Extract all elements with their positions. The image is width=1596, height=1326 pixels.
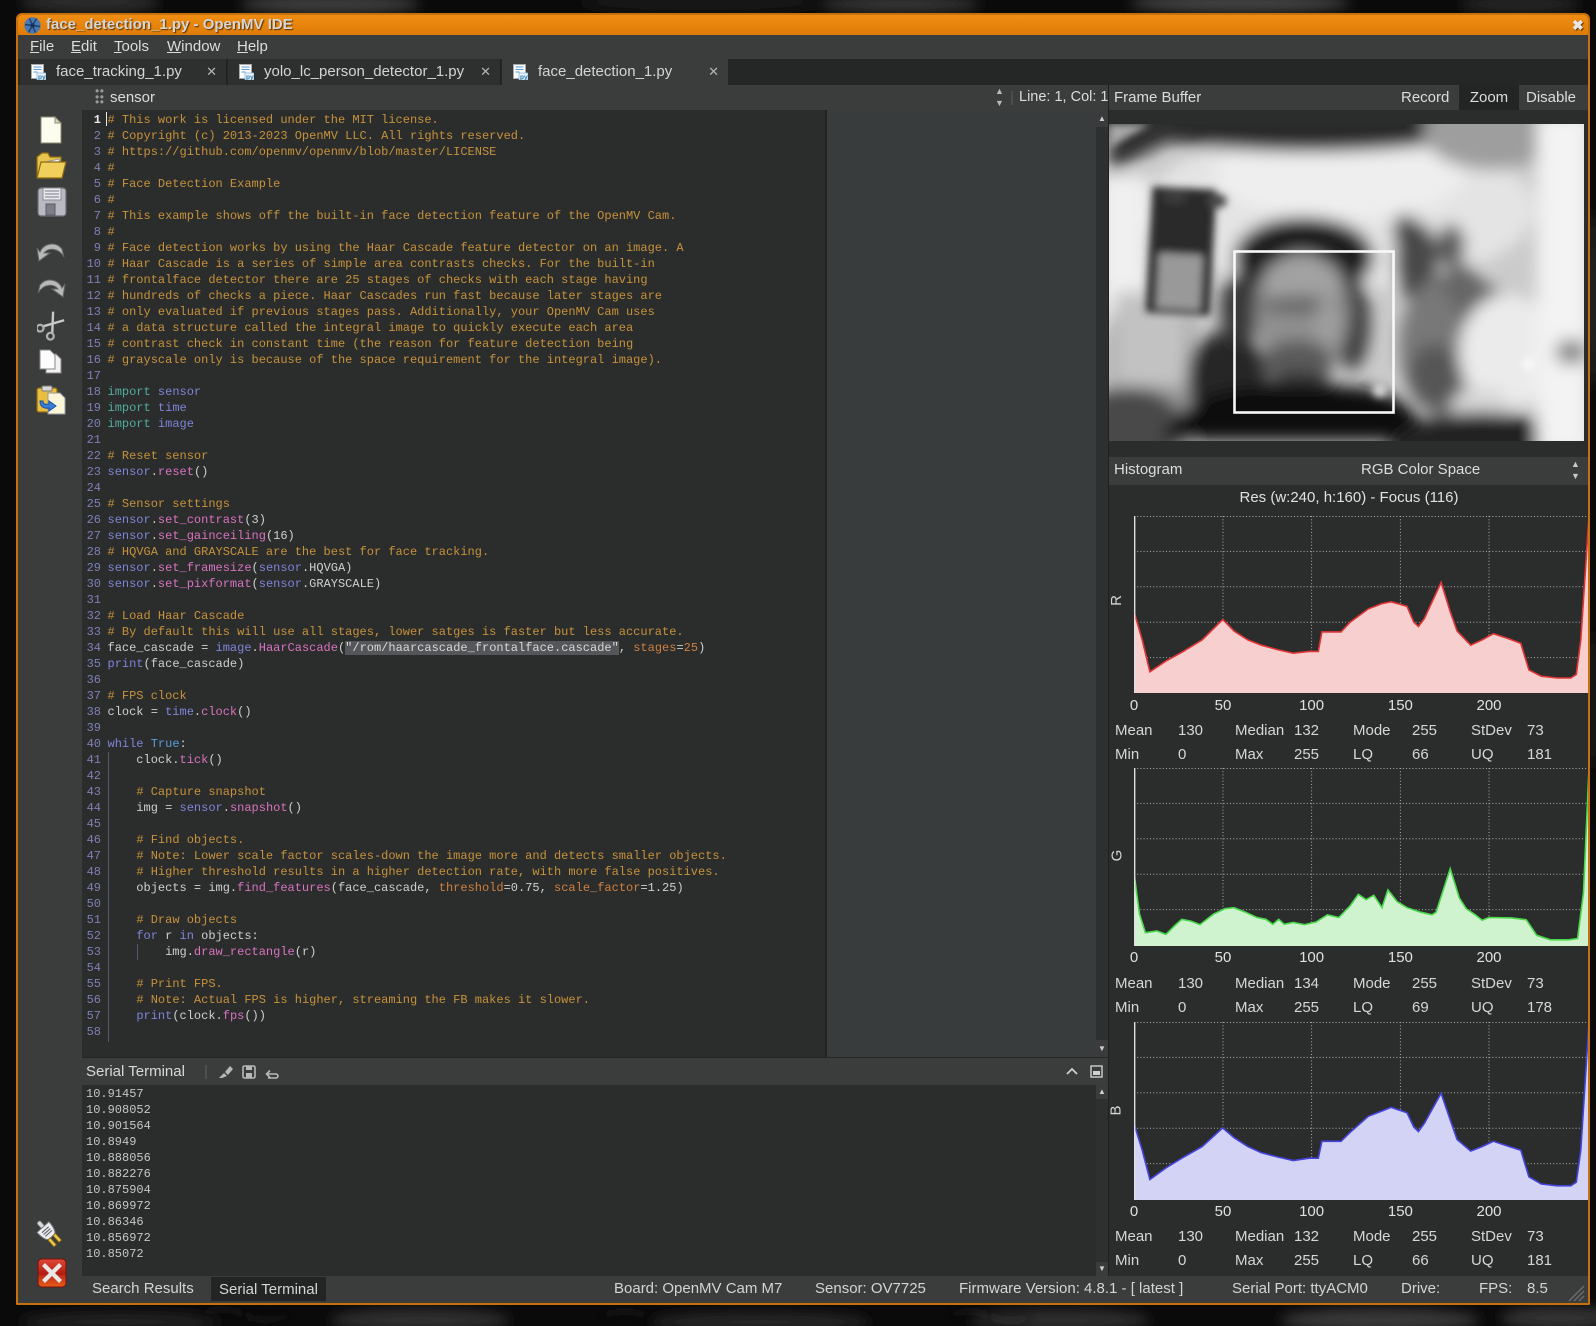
svg-text:py: py (246, 74, 254, 80)
svg-text:py: py (38, 74, 46, 80)
svg-text:py: py (520, 74, 528, 80)
